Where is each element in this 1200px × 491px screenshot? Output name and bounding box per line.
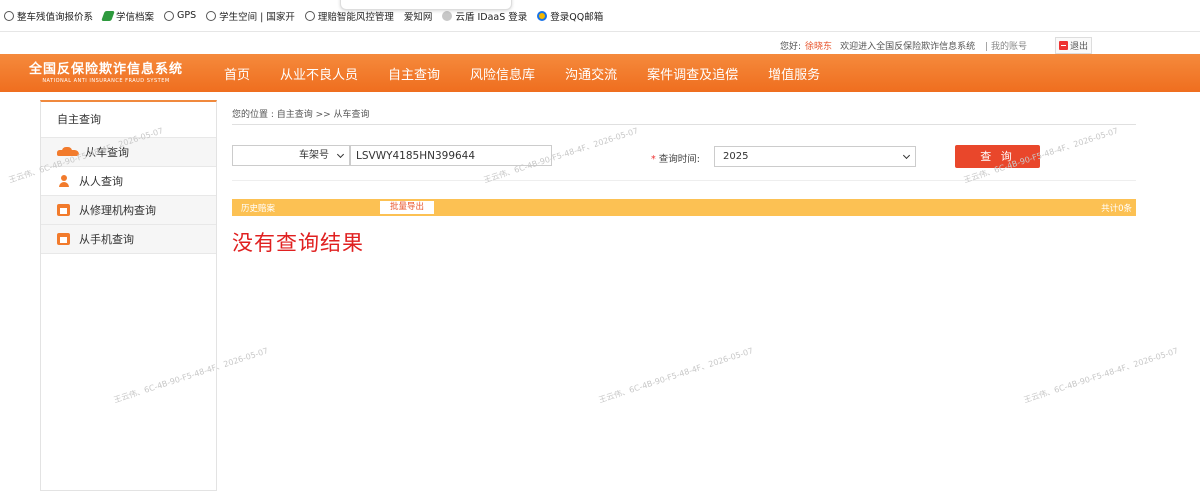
welcome-text: 欢迎进入全国反保险欺诈信息系统 xyxy=(840,42,976,52)
form-divider xyxy=(232,180,1136,181)
nav-risk-database[interactable]: 风险信息库 xyxy=(470,64,535,83)
bookmarks-bar: 整车残值询报价系 学信档案 GPS 学生空间 | 国家开 理赔智能风控管理 爱知… xyxy=(0,0,1200,32)
sidebar-title: 自主查询 xyxy=(41,102,216,138)
leaf-icon xyxy=(101,10,115,21)
nav-case-investigation[interactable]: 案件调查及追偿 xyxy=(647,64,738,83)
bookmark-aizhi[interactable]: 爱知网 xyxy=(404,9,433,23)
breadcrumb-divider xyxy=(232,124,1136,125)
username[interactable]: 徐晓东 xyxy=(805,39,832,52)
globe-icon xyxy=(206,10,217,21)
floating-toolbar[interactable] xyxy=(340,0,512,10)
bookmark-gps[interactable]: GPS xyxy=(164,10,196,21)
bookmark-chsi[interactable]: 学信档案 xyxy=(101,9,154,23)
my-account-link[interactable]: | 我的账号 xyxy=(985,39,1027,52)
person-icon xyxy=(57,175,73,187)
search-type-select[interactable]: 车架号 xyxy=(232,145,350,166)
globe-icon xyxy=(164,10,175,21)
breadcrumb: 您的位置 : 自主查询 >> 从车查询 xyxy=(232,110,370,120)
bookmark-claims-risk[interactable]: 理赔智能风控管理 xyxy=(304,9,394,23)
query-button[interactable]: 查 询 xyxy=(955,145,1040,168)
watermark: 王云伟、6C-4B-90-F5-48-4F、2026-05-07 xyxy=(597,346,755,405)
sidebar: 自主查询 从车查询 从人查询 从修理机构查询 从手机查询 xyxy=(40,100,217,491)
main-nav: 全国反保险欺诈信息系统 NATIONAL ANTI INSURANCE FRAU… xyxy=(0,54,1200,92)
nav-value-added[interactable]: 增值服务 xyxy=(768,64,820,83)
qq-mail-icon xyxy=(537,10,548,21)
result-count: 共计0条 xyxy=(1101,204,1132,214)
bookmark-student-space[interactable]: 学生空间 | 国家开 xyxy=(206,9,295,23)
globe-icon xyxy=(4,10,14,21)
bookmark-idaas[interactable]: 云盾 IDaaS 登录 xyxy=(442,9,527,23)
logout-icon xyxy=(1058,41,1068,50)
logout-button[interactable]: 退出 xyxy=(1054,37,1092,54)
sidebar-item-person-query[interactable]: 从人查询 xyxy=(41,167,216,196)
batch-export-button[interactable]: 批量导出 xyxy=(380,201,434,214)
nav-home[interactable]: 首页 xyxy=(224,64,250,83)
no-result-message: 没有查询结果 xyxy=(232,231,364,255)
nav-self-query[interactable]: 自主查询 xyxy=(388,64,440,83)
sidebar-item-car-query[interactable]: 从车查询 xyxy=(41,138,216,167)
globe-icon xyxy=(304,10,315,21)
sidebar-item-phone-query[interactable]: 从手机查询 xyxy=(41,225,216,254)
history-claims-label: 历史赔案 xyxy=(241,204,276,214)
bookmark-residual-value[interactable]: 整车残值询报价系 xyxy=(4,9,93,23)
calendar-icon xyxy=(57,233,70,245)
sidebar-item-repair-query[interactable]: 从修理机构查询 xyxy=(41,196,216,225)
car-icon xyxy=(57,146,79,158)
watermark: 王云伟、6C-4B-90-F5-48-4F、2026-05-07 xyxy=(1022,346,1180,405)
query-time-select[interactable]: 2025 xyxy=(714,146,916,167)
cloud-icon xyxy=(442,10,453,21)
site-logo[interactable]: 全国反保险欺诈信息系统 NATIONAL ANTI INSURANCE FRAU… xyxy=(0,62,212,85)
vin-input[interactable] xyxy=(350,145,552,166)
query-time-label: * 查询时间: xyxy=(651,154,700,165)
nav-bad-practitioners[interactable]: 从业不良人员 xyxy=(280,64,358,83)
user-bar: 您好: 徐晓东 欢迎进入全国反保险欺诈信息系统 | 我的账号 退出 xyxy=(0,32,1200,54)
calendar-icon xyxy=(57,204,70,216)
nav-communication[interactable]: 沟通交流 xyxy=(565,64,617,83)
bookmark-qq-mail[interactable]: 登录QQ邮箱 xyxy=(537,9,603,23)
greeting: 您好: xyxy=(780,42,802,52)
result-header-bar: 历史赔案 批量导出 共计0条 xyxy=(232,199,1136,216)
